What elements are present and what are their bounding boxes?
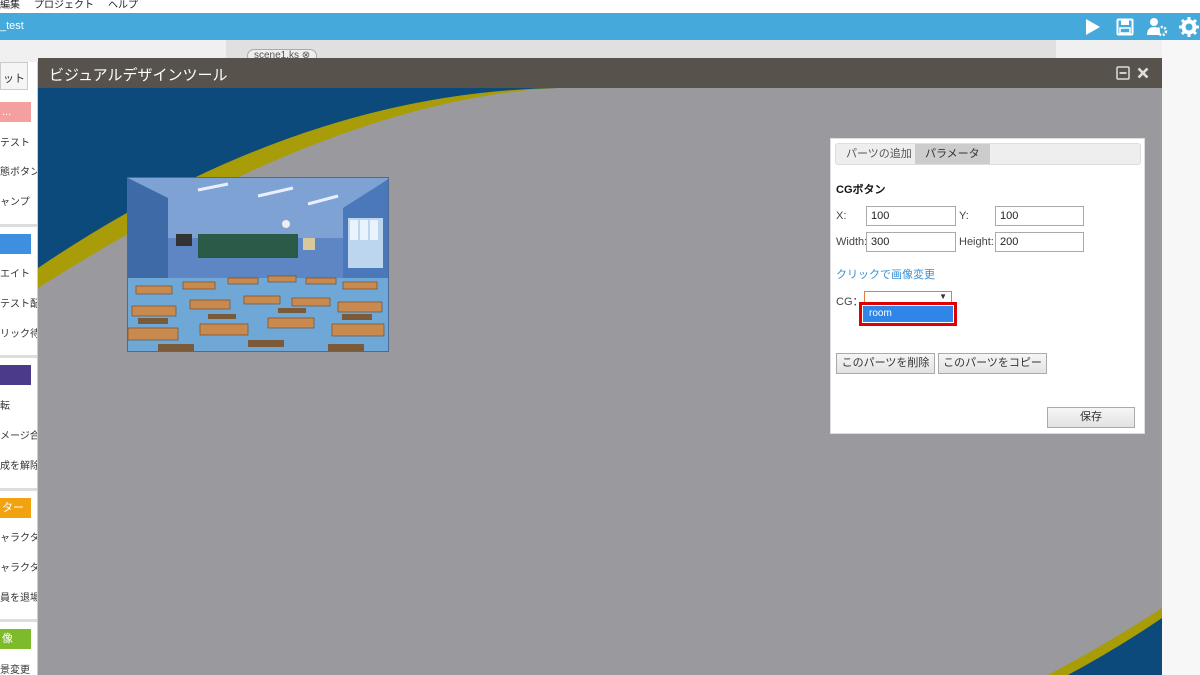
panel-tabs: パーツの追加 パラメータ bbox=[835, 143, 1141, 165]
change-image-link[interactable]: クリックで画像変更 bbox=[836, 266, 935, 282]
sidebar-category-character[interactable]: ター bbox=[0, 498, 31, 518]
sidebar-item-bg-change[interactable]: 景変更 bbox=[0, 661, 30, 675]
sidebar-category-system[interactable] bbox=[0, 234, 31, 254]
visual-design-modal: ビジュアルデザインツール パーツの追加 パラメータ CGボタン X: 100 Y… bbox=[38, 58, 1162, 675]
sidebar-item-button[interactable]: 態ボタン bbox=[0, 163, 37, 178]
y-label: Y: bbox=[959, 210, 969, 222]
app-titlebar: _test bbox=[0, 13, 1200, 40]
sidebar-item-character-2[interactable]: ャラクター bbox=[0, 559, 37, 574]
menu-help[interactable]: ヘルプ bbox=[108, 0, 138, 13]
modal-header: ビジュアルデザインツール bbox=[38, 58, 1162, 88]
user-settings-icon[interactable] bbox=[1146, 16, 1168, 38]
gear-icon[interactable] bbox=[1178, 16, 1200, 38]
width-label: Width: bbox=[836, 236, 868, 248]
design-canvas[interactable]: パーツの追加 パラメータ CGボタン X: Y: Width: Height: … bbox=[38, 88, 1162, 675]
sidebar-item-transition[interactable]: 転 bbox=[0, 397, 10, 412]
x-input[interactable] bbox=[866, 206, 956, 226]
sidebar-item-character-1[interactable]: ャラクター bbox=[0, 529, 37, 544]
cg-option-room[interactable]: room bbox=[863, 306, 953, 322]
save-button[interactable]: 保存 bbox=[1047, 407, 1135, 428]
sidebar-item-text-layout[interactable]: テスト配置 bbox=[0, 295, 37, 310]
sidebar-divider bbox=[0, 224, 37, 227]
sidebar-category-effect[interactable] bbox=[0, 365, 31, 385]
menu-bar: 編集 プロジェクト ヘルプ bbox=[0, 0, 1200, 13]
x-label: X: bbox=[836, 210, 847, 222]
sidebar-tab-components[interactable]: ット bbox=[0, 62, 28, 90]
sidebar-item-exit-all[interactable]: 員を退場 bbox=[0, 589, 37, 604]
right-panel-strip bbox=[1162, 40, 1200, 675]
minimize-icon[interactable] bbox=[1115, 65, 1131, 81]
height-label: Height: bbox=[959, 236, 994, 248]
sidebar-item-release-compose[interactable]: 成を解除 bbox=[0, 457, 37, 472]
sidebar-item-image-compose[interactable]: メージ合成 bbox=[0, 427, 37, 442]
menu-edit[interactable]: 編集 bbox=[0, 0, 20, 13]
width-input[interactable] bbox=[866, 232, 956, 252]
parameter-panel: パーツの追加 パラメータ CGボタン X: Y: Width: Height: … bbox=[830, 138, 1145, 434]
y-input[interactable] bbox=[995, 206, 1084, 226]
delete-part-button[interactable]: このパーツを削除 bbox=[836, 353, 935, 374]
sidebar-divider bbox=[0, 619, 37, 622]
part-type-heading: CGボタン bbox=[836, 184, 886, 196]
tab-add-parts[interactable]: パーツの追加 bbox=[836, 144, 922, 164]
copy-part-button[interactable]: このパーツをコピー bbox=[938, 353, 1047, 374]
menu-project[interactable]: プロジェクト bbox=[34, 0, 94, 13]
save-icon[interactable] bbox=[1114, 16, 1136, 38]
sidebar-item-text[interactable]: テスト bbox=[0, 134, 30, 149]
sidebar-item-click-wait[interactable]: リック待ち bbox=[0, 325, 37, 340]
tab-parameters[interactable]: パラメータ bbox=[915, 144, 990, 164]
height-input[interactable] bbox=[995, 232, 1084, 252]
close-icon[interactable] bbox=[1135, 65, 1151, 81]
editor-tabbar bbox=[226, 40, 1056, 60]
chevron-down-icon: ▼ bbox=[939, 292, 947, 301]
cg-button-image[interactable] bbox=[127, 177, 389, 352]
project-name: _test bbox=[0, 20, 24, 32]
play-icon[interactable] bbox=[1082, 16, 1104, 38]
sidebar-item-jump[interactable]: ャンプ bbox=[0, 193, 30, 208]
sidebar-item-wait[interactable]: エイト bbox=[0, 265, 30, 280]
modal-title: ビジュアルデザインツール bbox=[49, 67, 228, 84]
sidebar-category-message[interactable]: ... bbox=[0, 102, 31, 122]
sidebar-category-image[interactable]: 像 bbox=[0, 629, 31, 649]
sidebar-divider bbox=[0, 488, 37, 491]
component-sidebar: ット ... テスト 態ボタン ャンプ エイト テスト配置 リック待ち 転 メー… bbox=[0, 62, 38, 675]
sidebar-divider bbox=[0, 355, 37, 358]
